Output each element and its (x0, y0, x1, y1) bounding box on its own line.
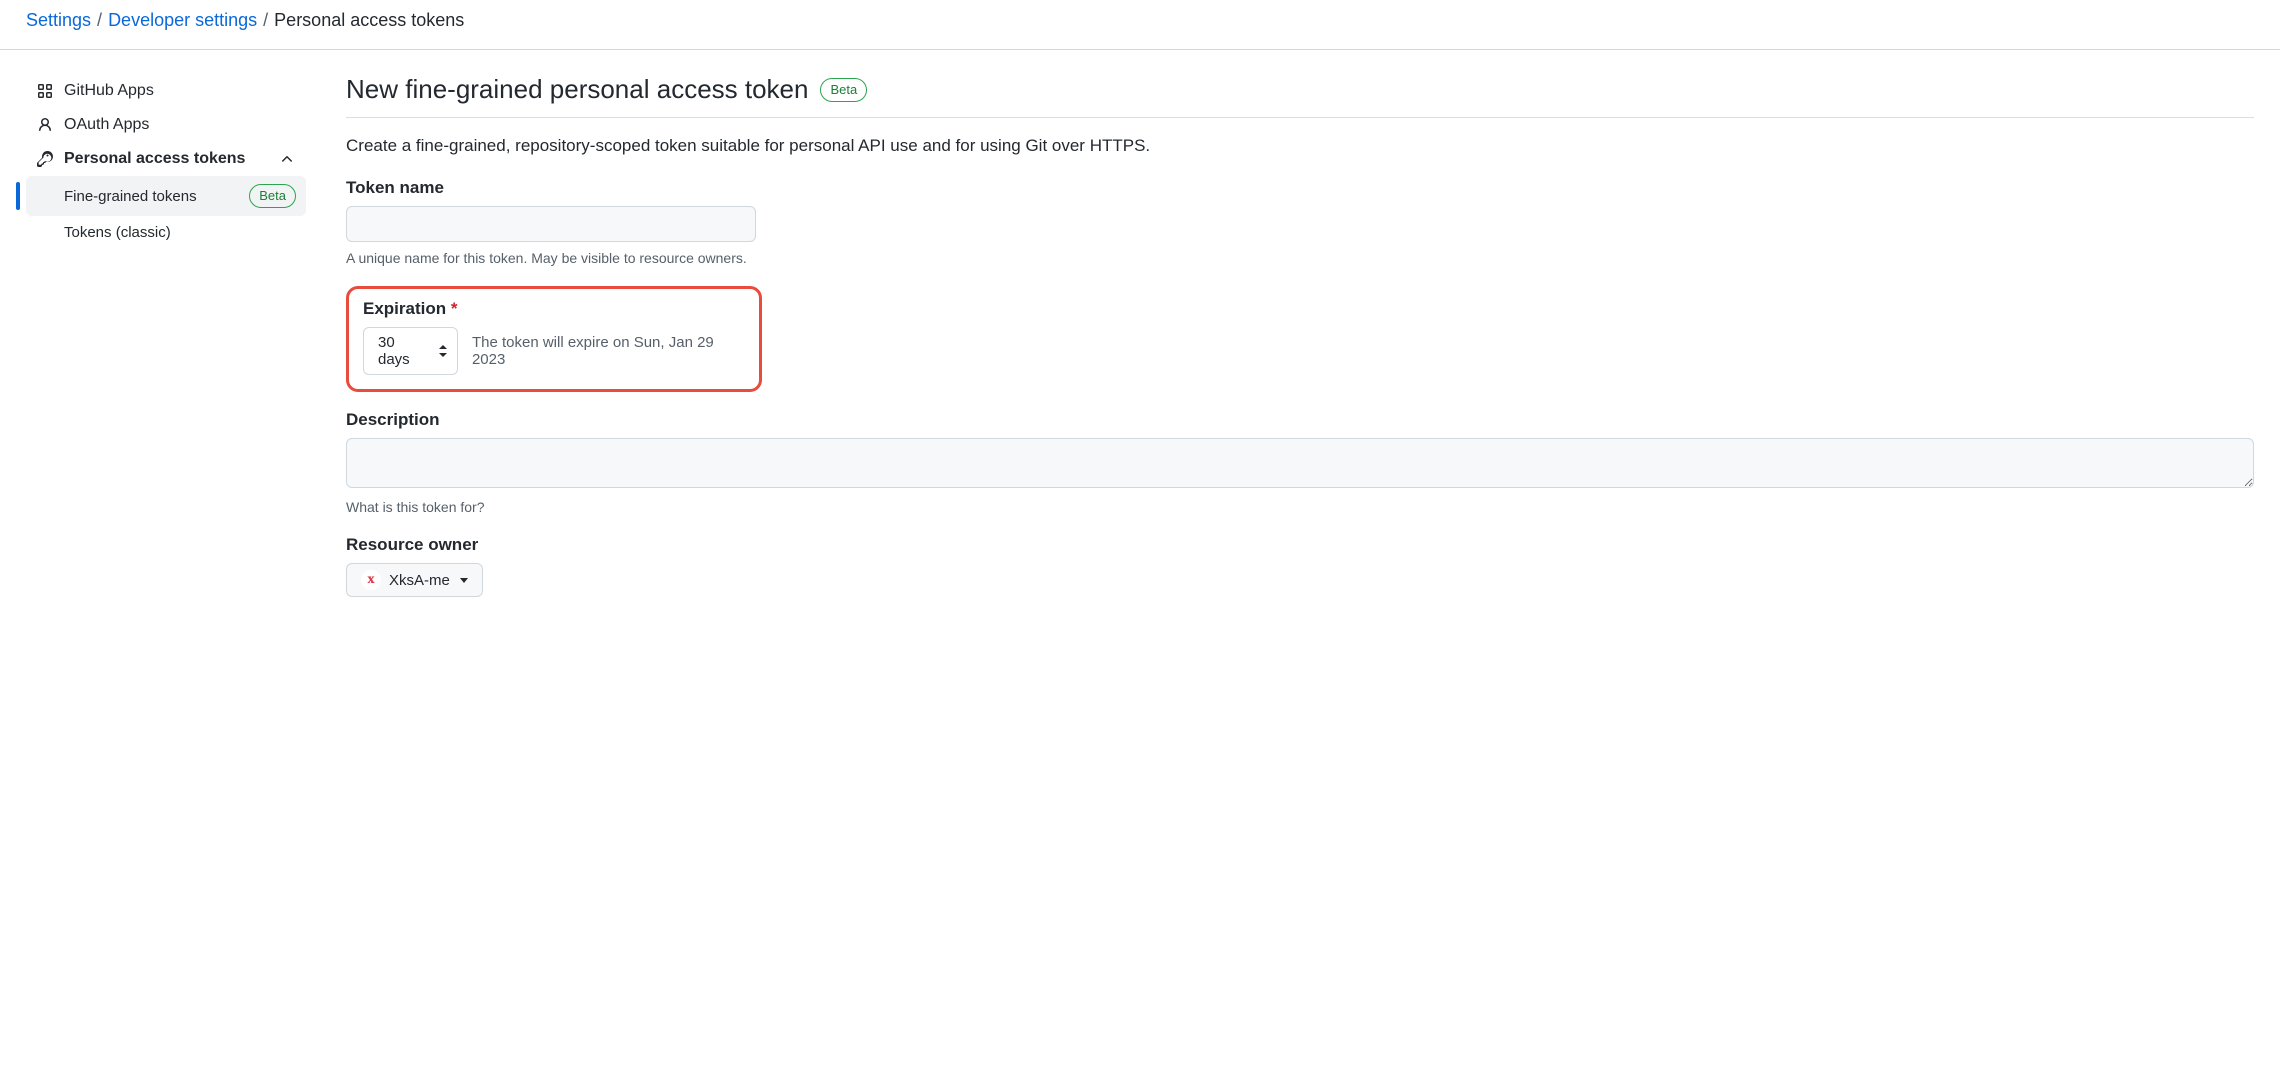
token-name-input[interactable] (346, 206, 756, 242)
expiration-value: 30 days (378, 334, 429, 368)
expiration-select[interactable]: 30 days (363, 327, 458, 375)
beta-badge: Beta (820, 78, 867, 102)
sidebar-item-label: Tokens (classic) (64, 224, 171, 241)
resource-owner-value: XksA-me (389, 572, 450, 589)
sidebar-item-oauth-apps[interactable]: OAuth Apps (26, 108, 306, 142)
required-star-icon: * (451, 299, 458, 318)
sidebar-item-label: GitHub Apps (64, 82, 154, 100)
sidebar-item-github-apps[interactable]: GitHub Apps (26, 74, 306, 108)
page-title: New fine-grained personal access token (346, 74, 808, 105)
sidebar: GitHub Apps OAuth Apps Personal access t… (26, 74, 306, 617)
chevron-up-icon (278, 150, 296, 168)
expiration-label-text: Expiration (363, 299, 446, 318)
description-textarea[interactable] (346, 438, 2254, 488)
expiration-note: The token will expire on Sun, Jan 29 202… (472, 334, 745, 368)
key-icon (36, 150, 54, 168)
main-content: New fine-grained personal access token B… (346, 74, 2254, 617)
sidebar-item-fine-grained-tokens[interactable]: Fine-grained tokens Beta (26, 176, 306, 216)
token-name-group: Token name A unique name for this token.… (346, 178, 2254, 266)
resource-owner-group: Resource owner x XksA-me (346, 535, 2254, 597)
sidebar-item-personal-access-tokens[interactable]: Personal access tokens (26, 142, 306, 176)
beta-badge: Beta (249, 184, 296, 208)
sidebar-item-label: Fine-grained tokens (64, 188, 197, 205)
expiration-highlight: Expiration * 30 days The token will expi… (346, 286, 762, 392)
resource-owner-select[interactable]: x XksA-me (346, 563, 483, 597)
breadcrumb-developer-settings[interactable]: Developer settings (108, 10, 257, 31)
breadcrumb: Settings / Developer settings / Personal… (0, 0, 2280, 50)
resource-owner-label: Resource owner (346, 535, 2254, 555)
sidebar-subnav: Fine-grained tokens Beta Tokens (classic… (26, 176, 306, 249)
expiration-label: Expiration * (363, 299, 745, 319)
sidebar-item-label: Personal access tokens (64, 150, 245, 168)
select-updown-icon (439, 345, 447, 357)
page-title-row: New fine-grained personal access token B… (346, 74, 2254, 118)
breadcrumb-current: Personal access tokens (274, 10, 464, 31)
page-subtitle: Create a fine-grained, repository-scoped… (346, 136, 2254, 156)
avatar: x (361, 570, 381, 590)
description-help: What is this token for? (346, 499, 2254, 515)
breadcrumb-separator: / (97, 10, 102, 31)
token-name-help: A unique name for this token. May be vis… (346, 250, 2254, 266)
apps-icon (36, 82, 54, 100)
sidebar-item-label: OAuth Apps (64, 116, 149, 134)
token-name-label: Token name (346, 178, 2254, 198)
chevron-down-icon (460, 578, 468, 583)
sidebar-item-tokens-classic[interactable]: Tokens (classic) (26, 216, 306, 249)
description-label: Description (346, 410, 2254, 430)
breadcrumb-settings[interactable]: Settings (26, 10, 91, 31)
description-group: Description What is this token for? (346, 410, 2254, 515)
person-icon (36, 116, 54, 134)
breadcrumb-separator: / (263, 10, 268, 31)
